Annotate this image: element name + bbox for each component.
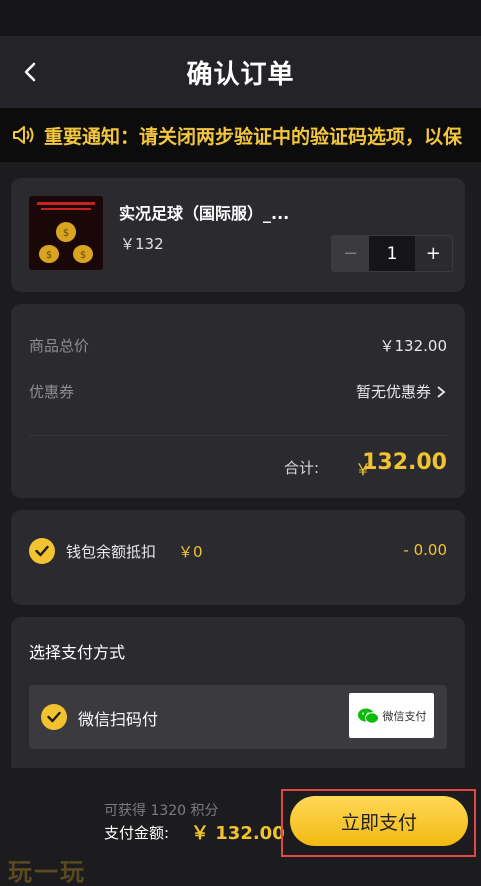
quantity-stepper: − 1 + bbox=[331, 235, 453, 272]
goods-total-value: ￥132.00 bbox=[379, 337, 448, 355]
page-title: 确认订单 bbox=[186, 59, 295, 90]
product-name: 实况足球（国际服）_... bbox=[119, 204, 290, 223]
wallet-card: 钱包余额抵扣 ￥0 - 0.00 bbox=[11, 510, 465, 605]
decrease-quantity-button[interactable]: − bbox=[332, 236, 370, 271]
wallet-label: 钱包余额抵扣 bbox=[66, 543, 157, 561]
wechat-pay-option[interactable]: 微信扫码付 微信支付 bbox=[29, 685, 447, 749]
status-bar bbox=[0, 0, 481, 36]
svg-text:$: $ bbox=[80, 250, 86, 261]
coupon-label: 优惠券 bbox=[29, 383, 75, 401]
back-button[interactable] bbox=[10, 52, 50, 92]
wechat-pay-label: 微信扫码付 bbox=[78, 710, 159, 729]
pay-amount-value: ￥ 132.00 bbox=[191, 823, 285, 844]
svg-text:$: $ bbox=[63, 228, 69, 239]
product-card: $ $ $ 实况足球（国际服）_... ￥132 − 1 + bbox=[11, 178, 465, 292]
goods-total-label: 商品总价 bbox=[29, 337, 90, 355]
watermark-logo: 玩一玩 bbox=[8, 858, 86, 886]
pay-now-button[interactable]: 立即支付 bbox=[290, 796, 468, 846]
payment-method-title: 选择支付方式 bbox=[29, 643, 126, 662]
price-summary-card: 商品总价 ￥132.00 优惠券 暂无优惠券 合计: ￥ 132.00 bbox=[11, 304, 465, 498]
speaker-icon bbox=[13, 126, 34, 144]
chevron-right-icon bbox=[437, 385, 446, 398]
wechat-pay-checkbox[interactable] bbox=[41, 704, 67, 730]
product-price: ￥132 bbox=[120, 235, 164, 253]
coupon-value: 暂无优惠券 bbox=[355, 383, 431, 401]
checkmark-icon bbox=[35, 545, 49, 557]
coupon-selector[interactable]: 暂无优惠券 bbox=[356, 381, 447, 402]
notice-banner[interactable]: 重要通知：请关闭两步验证中的验证码选项，以保 bbox=[0, 108, 481, 162]
points-earned: 可获得 1320 积分 bbox=[104, 803, 219, 819]
subtotal-value: 132.00 bbox=[362, 450, 447, 475]
app-header: 确认订单 bbox=[0, 36, 481, 108]
subtotal-label: 合计: bbox=[284, 459, 320, 477]
quantity-input[interactable]: 1 bbox=[369, 236, 415, 271]
wallet-balance: ￥0 bbox=[178, 543, 203, 561]
wallet-deduction: - 0.00 bbox=[403, 541, 447, 559]
payment-method-card: 选择支付方式 微信扫码付 微信支付 bbox=[11, 617, 465, 787]
increase-quantity-button[interactable]: + bbox=[414, 236, 452, 271]
wechat-pay-logo-text: 微信支付 bbox=[382, 709, 427, 723]
chevron-left-icon bbox=[24, 62, 36, 82]
svg-text:$: $ bbox=[46, 250, 52, 261]
notice-text: 重要通知：请关闭两步验证中的验证码选项，以保 bbox=[44, 125, 463, 148]
product-thumbnail: $ $ $ bbox=[29, 196, 103, 270]
wallet-checkbox[interactable] bbox=[29, 538, 55, 564]
checkmark-icon bbox=[47, 711, 61, 723]
pay-amount-label: 支付金额: bbox=[104, 824, 170, 842]
wechat-icon bbox=[357, 708, 379, 724]
divider bbox=[29, 435, 447, 436]
wechat-pay-logo: 微信支付 bbox=[349, 693, 434, 738]
